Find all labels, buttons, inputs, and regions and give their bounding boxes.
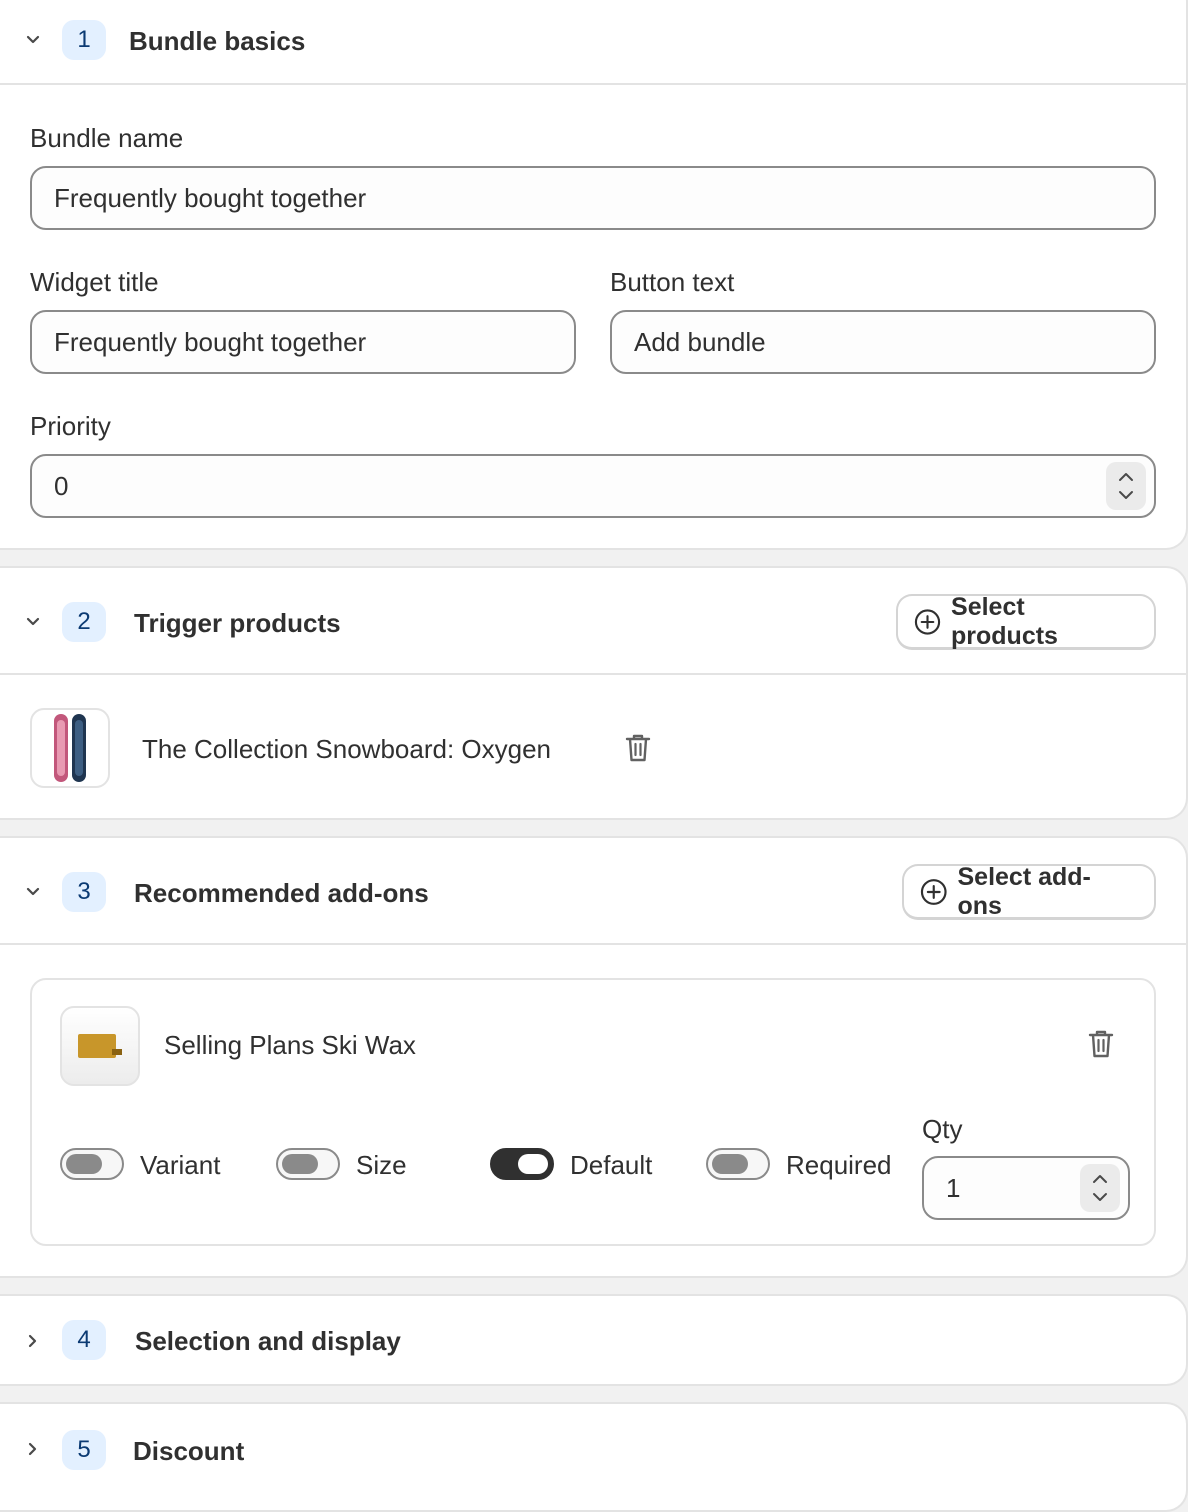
trash-icon[interactable] bbox=[623, 732, 653, 764]
default-toggle-label: Default bbox=[570, 1150, 653, 1180]
addon-item-card: Selling Plans Ski Wax Variant Size Defau… bbox=[30, 978, 1156, 1246]
divider bbox=[0, 673, 1186, 675]
priority-stepper[interactable] bbox=[1106, 462, 1146, 510]
qty-stepper[interactable] bbox=[1080, 1164, 1120, 1212]
section-title: Recommended add-ons bbox=[134, 878, 429, 908]
priority-input[interactable]: 0 bbox=[30, 454, 1156, 518]
step-badge: 4 bbox=[62, 1320, 106, 1360]
step-badge: 1 bbox=[62, 20, 106, 60]
select-addons-button[interactable]: Select add-ons bbox=[902, 862, 1156, 920]
section-1-header[interactable]: 1 Bundle basics bbox=[0, 0, 1186, 84]
select-addons-label: Select add-ons bbox=[957, 862, 1091, 920]
trigger-product-name: The Collection Snowboard: Oxygen bbox=[142, 734, 552, 764]
divider bbox=[0, 83, 1186, 85]
section-title: Trigger products bbox=[134, 608, 341, 638]
qty-label: Qty bbox=[922, 1114, 963, 1144]
chevron-down-icon bbox=[24, 31, 42, 49]
chevron-up-icon[interactable] bbox=[1117, 471, 1135, 483]
required-toggle[interactable] bbox=[706, 1148, 770, 1180]
default-toggle[interactable] bbox=[490, 1148, 554, 1180]
variant-toggle-label: Variant bbox=[140, 1150, 221, 1180]
priority-label: Priority bbox=[30, 411, 111, 441]
bundle-name-value: Frequently bought together bbox=[54, 182, 367, 213]
ski-wax-image bbox=[78, 1034, 122, 1058]
section-discount[interactable]: 5 Discount bbox=[0, 1402, 1188, 1512]
toggle-knob bbox=[282, 1154, 318, 1174]
select-products-label: Select products bbox=[951, 592, 1058, 650]
bundle-name-label: Bundle name bbox=[30, 123, 184, 153]
size-toggle-label: Size bbox=[356, 1150, 407, 1180]
toggle-knob bbox=[518, 1154, 548, 1174]
chevron-right-icon bbox=[24, 1440, 42, 1458]
button-text-value: Add bundle bbox=[634, 326, 766, 357]
chevron-right-icon bbox=[24, 1332, 42, 1350]
addon-product-name: Selling Plans Ski Wax bbox=[164, 1030, 416, 1060]
widget-title-label: Widget title bbox=[30, 267, 159, 297]
divider bbox=[0, 943, 1186, 945]
toggle-knob bbox=[66, 1154, 102, 1174]
button-text-input[interactable]: Add bundle bbox=[610, 310, 1156, 374]
section-title: Bundle basics bbox=[129, 26, 306, 56]
section-title: Selection and display bbox=[135, 1326, 401, 1356]
plus-circle-icon bbox=[914, 608, 941, 635]
widget-title-input[interactable]: Frequently bought together bbox=[30, 310, 576, 374]
select-products-button[interactable]: Select products bbox=[896, 592, 1156, 650]
product-thumbnail bbox=[30, 708, 110, 788]
snowboard-image bbox=[54, 714, 86, 782]
section-trigger-products: 2 Trigger products Select products The C… bbox=[0, 566, 1188, 820]
trash-icon[interactable] bbox=[1086, 1028, 1116, 1060]
bundle-name-input[interactable]: Frequently bought together bbox=[30, 166, 1156, 230]
section-recommended-addons: 3 Recommended add-ons Select add-ons Sel… bbox=[0, 836, 1188, 1278]
chevron-down-icon bbox=[24, 613, 42, 631]
section-selection-display[interactable]: 4 Selection and display bbox=[0, 1294, 1188, 1386]
priority-value: 0 bbox=[54, 470, 69, 501]
chevron-up-icon[interactable] bbox=[1091, 1173, 1109, 1185]
step-badge: 5 bbox=[62, 1430, 106, 1470]
chevron-down-icon bbox=[24, 883, 42, 901]
step-badge: 3 bbox=[62, 872, 106, 912]
section-title: Discount bbox=[133, 1436, 245, 1466]
toggle-knob bbox=[712, 1154, 748, 1174]
required-toggle-label: Required bbox=[786, 1150, 892, 1180]
chevron-down-icon[interactable] bbox=[1091, 1191, 1109, 1203]
widget-title-value: Frequently bought together bbox=[54, 326, 367, 357]
variant-toggle[interactable] bbox=[60, 1148, 124, 1180]
step-badge: 2 bbox=[62, 602, 106, 642]
button-text-label: Button text bbox=[610, 267, 735, 297]
chevron-down-icon[interactable] bbox=[1117, 489, 1135, 501]
qty-input[interactable]: 1 bbox=[922, 1156, 1130, 1220]
qty-value: 1 bbox=[946, 1172, 961, 1203]
section-bundle-basics: 1 Bundle basics Bundle name Frequently b… bbox=[0, 0, 1188, 550]
addon-thumbnail bbox=[60, 1006, 140, 1086]
plus-circle-icon bbox=[920, 878, 947, 905]
size-toggle[interactable] bbox=[276, 1148, 340, 1180]
